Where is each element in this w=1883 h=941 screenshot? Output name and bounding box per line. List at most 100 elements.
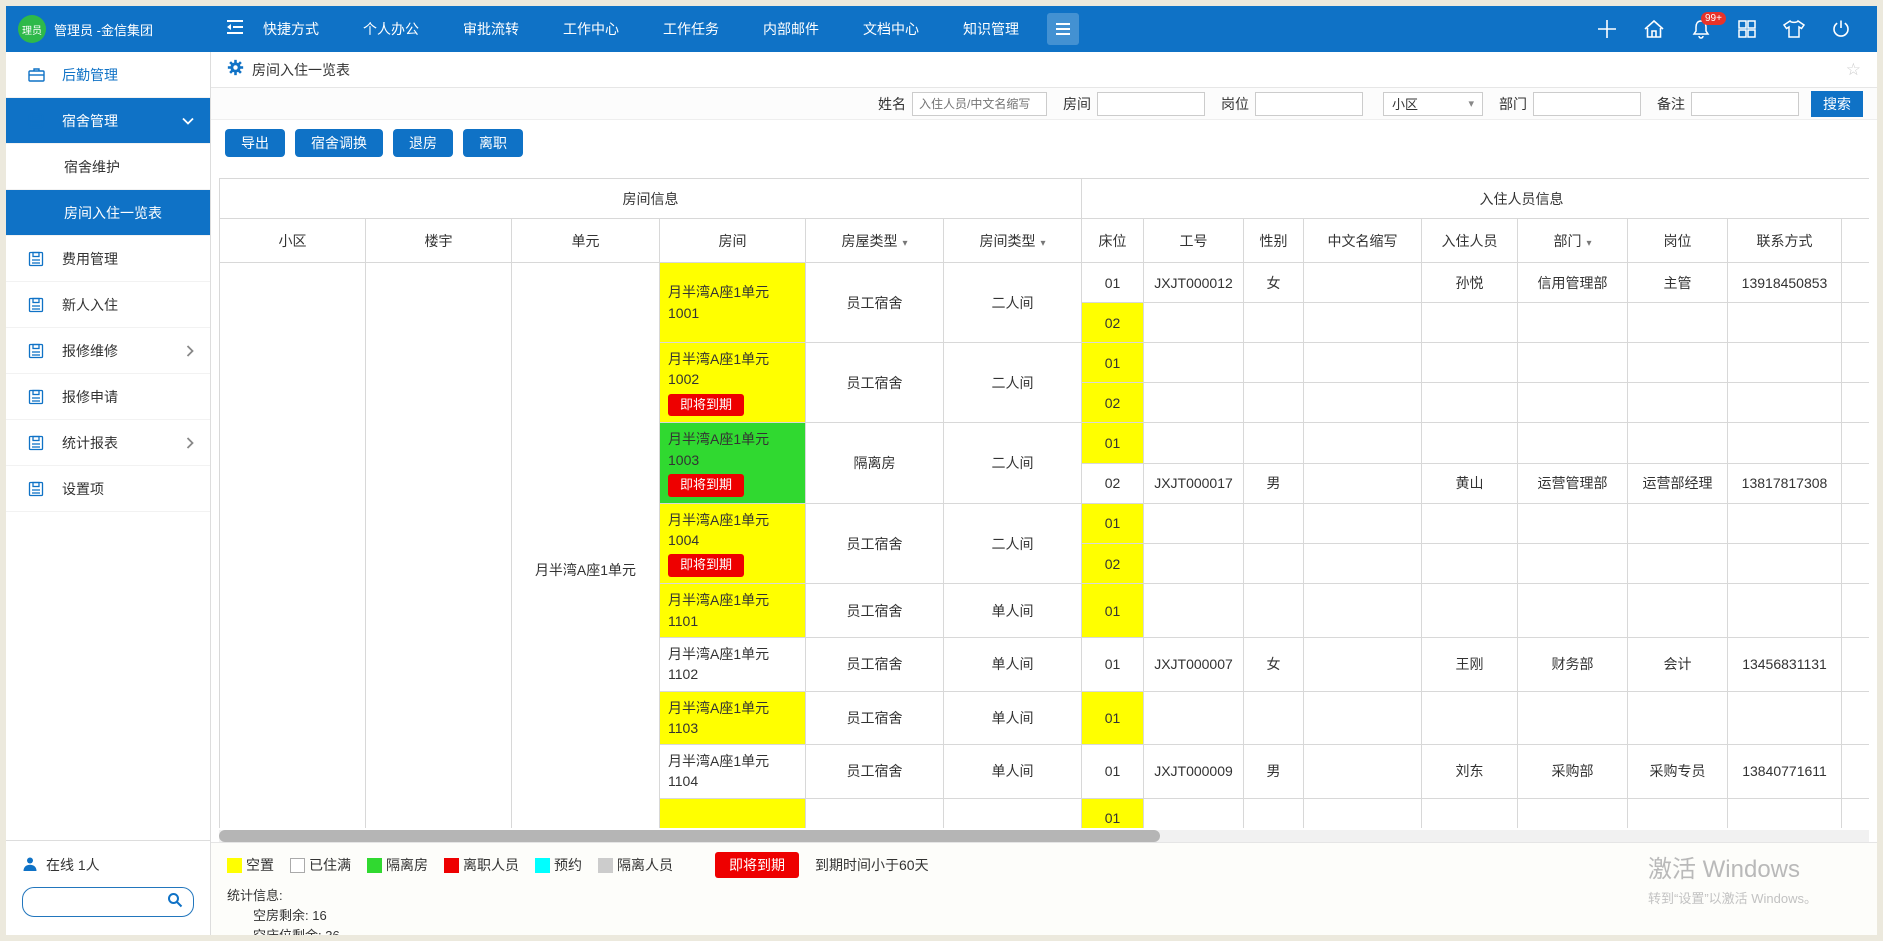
- name-filter-input[interactable]: [912, 92, 1047, 116]
- room-cell[interactable]: 月半湾A座1单元1003即将到期: [660, 423, 806, 503]
- bed-cell[interactable]: 01: [1082, 745, 1144, 799]
- house-type-cell: 员工宿舍: [806, 343, 944, 423]
- sidebar-search-input[interactable]: [33, 895, 167, 910]
- community-filter-select[interactable]: 小区 ▾: [1383, 92, 1483, 116]
- house-type-cell: 员工宿舍: [806, 584, 944, 638]
- legend-swatch: [367, 858, 382, 873]
- apps-grid-icon[interactable]: [1737, 19, 1757, 39]
- column-header-label: 小区: [279, 233, 307, 249]
- room-filter-input[interactable]: [1097, 92, 1205, 116]
- house-type-cell: 员工宿舍: [806, 503, 944, 583]
- room-filter-label: 房间: [1063, 94, 1091, 114]
- room-cell[interactable]: 月半湾A座1单元1104: [660, 745, 806, 799]
- post-filter-input[interactable]: [1255, 92, 1363, 116]
- remark-filter-input[interactable]: [1691, 92, 1799, 116]
- sidebar-item-设置项[interactable]: 设置项: [6, 466, 210, 512]
- scrollbar-thumb[interactable]: [219, 830, 1160, 842]
- theme-shirt-icon[interactable]: [1783, 19, 1805, 39]
- room-type-cell: 单人间: [944, 637, 1082, 691]
- favorite-star-icon[interactable]: ☆: [1846, 60, 1861, 80]
- sidebar-item-报修维修[interactable]: 报修维修: [6, 328, 210, 374]
- bed-cell[interactable]: 01: [1082, 503, 1144, 543]
- emp-id-cell: [1144, 798, 1244, 828]
- legend-item-隔离房: 隔离房: [367, 855, 428, 875]
- phone-cell: 13918450853: [1728, 263, 1842, 303]
- stats: 统计信息: 空房剩余: 16 空床位剩余: 36: [227, 886, 1877, 935]
- person-cell: [1422, 798, 1518, 828]
- topbar-menu-item[interactable]: 快捷方式: [263, 19, 319, 39]
- dept-filter-label: 部门: [1499, 94, 1527, 114]
- bed-cell[interactable]: 02: [1082, 383, 1144, 423]
- more-menus-icon[interactable]: [1047, 13, 1079, 45]
- sidebar-item-统计报表[interactable]: 统计报表: [6, 420, 210, 466]
- bed-cell[interactable]: 01: [1082, 691, 1144, 745]
- gear-icon[interactable]: [227, 59, 244, 81]
- toolbar-button-宿舍调换[interactable]: 宿舍调换: [295, 129, 383, 157]
- house-type-cell: 员工宿舍: [806, 637, 944, 691]
- room-cell[interactable]: 月半湾A座1单元1002即将到期: [660, 343, 806, 423]
- sidebar-item-报修申请[interactable]: 报修申请: [6, 374, 210, 420]
- person-cell: [1422, 303, 1518, 343]
- phone-cell: [1728, 383, 1842, 423]
- sidebar-item-label: 宿舍管理: [62, 111, 118, 131]
- column-filter-caret-icon[interactable]: ▾: [1586, 238, 1591, 249]
- checkin-cell: [1842, 383, 1870, 423]
- bed-cell[interactable]: 01: [1082, 423, 1144, 463]
- gender-cell: [1244, 544, 1304, 584]
- sidebar-item-宿舍管理[interactable]: 宿舍管理: [6, 98, 210, 144]
- sidebar-item-宿舍维护[interactable]: 宿舍维护: [6, 144, 210, 190]
- avatar[interactable]: 理员: [18, 15, 46, 43]
- topbar-menu-item[interactable]: 审批流转: [463, 19, 519, 39]
- sidebar-item-后勤管理[interactable]: 后勤管理: [6, 52, 210, 98]
- legend-swatch: [535, 858, 550, 873]
- column-filter-caret-icon[interactable]: ▾: [902, 238, 907, 249]
- column-header-部门: 部门▾: [1518, 219, 1628, 263]
- bed-cell[interactable]: 02: [1082, 544, 1144, 584]
- sidebar-item-房间入住一览表[interactable]: 房间入住一览表: [6, 190, 210, 236]
- toolbar-button-离职[interactable]: 离职: [463, 129, 523, 157]
- bed-cell[interactable]: 02: [1082, 463, 1144, 503]
- bed-cell[interactable]: 01: [1082, 343, 1144, 383]
- column-header-中文名缩写: 中文名缩写: [1304, 219, 1422, 263]
- bed-cell[interactable]: 01: [1082, 584, 1144, 638]
- topbar-menu-item[interactable]: 工作任务: [663, 19, 719, 39]
- dept-filter-input[interactable]: [1533, 92, 1641, 116]
- toolbar-button-导出[interactable]: 导出: [225, 129, 285, 157]
- room-cell[interactable]: 月半湾A座1单元: [660, 798, 806, 828]
- home-icon[interactable]: [1643, 19, 1665, 39]
- bed-cell[interactable]: 02: [1082, 303, 1144, 343]
- notification-badge: 99+: [1701, 12, 1726, 25]
- topbar-menu-item[interactable]: 工作中心: [563, 19, 619, 39]
- room-cell[interactable]: 月半湾A座1单元1103: [660, 691, 806, 745]
- post-cell: [1628, 303, 1728, 343]
- bed-cell[interactable]: 01: [1082, 263, 1144, 303]
- room-cell[interactable]: 月半湾A座1单元1102: [660, 637, 806, 691]
- community-cell: [220, 263, 366, 829]
- collapse-sidebar-icon[interactable]: [225, 18, 245, 41]
- post-filter-label: 岗位: [1221, 94, 1249, 114]
- notifications-bell-icon[interactable]: 99+: [1691, 19, 1711, 39]
- dept-cell: [1518, 584, 1628, 638]
- sidebar-item-费用管理[interactable]: 费用管理: [6, 236, 210, 282]
- sidebar-item-新人入住[interactable]: 新人入住: [6, 282, 210, 328]
- dept-cell: 采购部: [1518, 745, 1628, 799]
- add-icon[interactable]: [1597, 19, 1617, 39]
- power-icon[interactable]: [1831, 19, 1851, 39]
- bed-cell[interactable]: 01: [1082, 637, 1144, 691]
- bed-cell[interactable]: 01: [1082, 798, 1144, 828]
- room-cell[interactable]: 月半湾A座1单元1001: [660, 263, 806, 343]
- topbar-menu-item[interactable]: 内部邮件: [763, 19, 819, 39]
- topbar-menu-item[interactable]: 文档中心: [863, 19, 919, 39]
- toolbar-button-退房[interactable]: 退房: [393, 129, 453, 157]
- search-icon[interactable]: [167, 892, 183, 913]
- search-button[interactable]: 搜索: [1811, 91, 1863, 117]
- column-filter-caret-icon[interactable]: ▾: [1040, 238, 1045, 249]
- room-cell[interactable]: 月半湾A座1单元1101: [660, 584, 806, 638]
- topbar-menu-item[interactable]: 知识管理: [963, 19, 1019, 39]
- horizontal-scrollbar[interactable]: [219, 830, 1869, 842]
- column-header-入住: 入住: [1842, 219, 1870, 263]
- topbar-user-area[interactable]: 理员 管理员 -金信集团: [6, 15, 211, 43]
- gender-cell: [1244, 383, 1304, 423]
- room-cell[interactable]: 月半湾A座1单元1004即将到期: [660, 503, 806, 583]
- topbar-menu-item[interactable]: 个人办公: [363, 19, 419, 39]
